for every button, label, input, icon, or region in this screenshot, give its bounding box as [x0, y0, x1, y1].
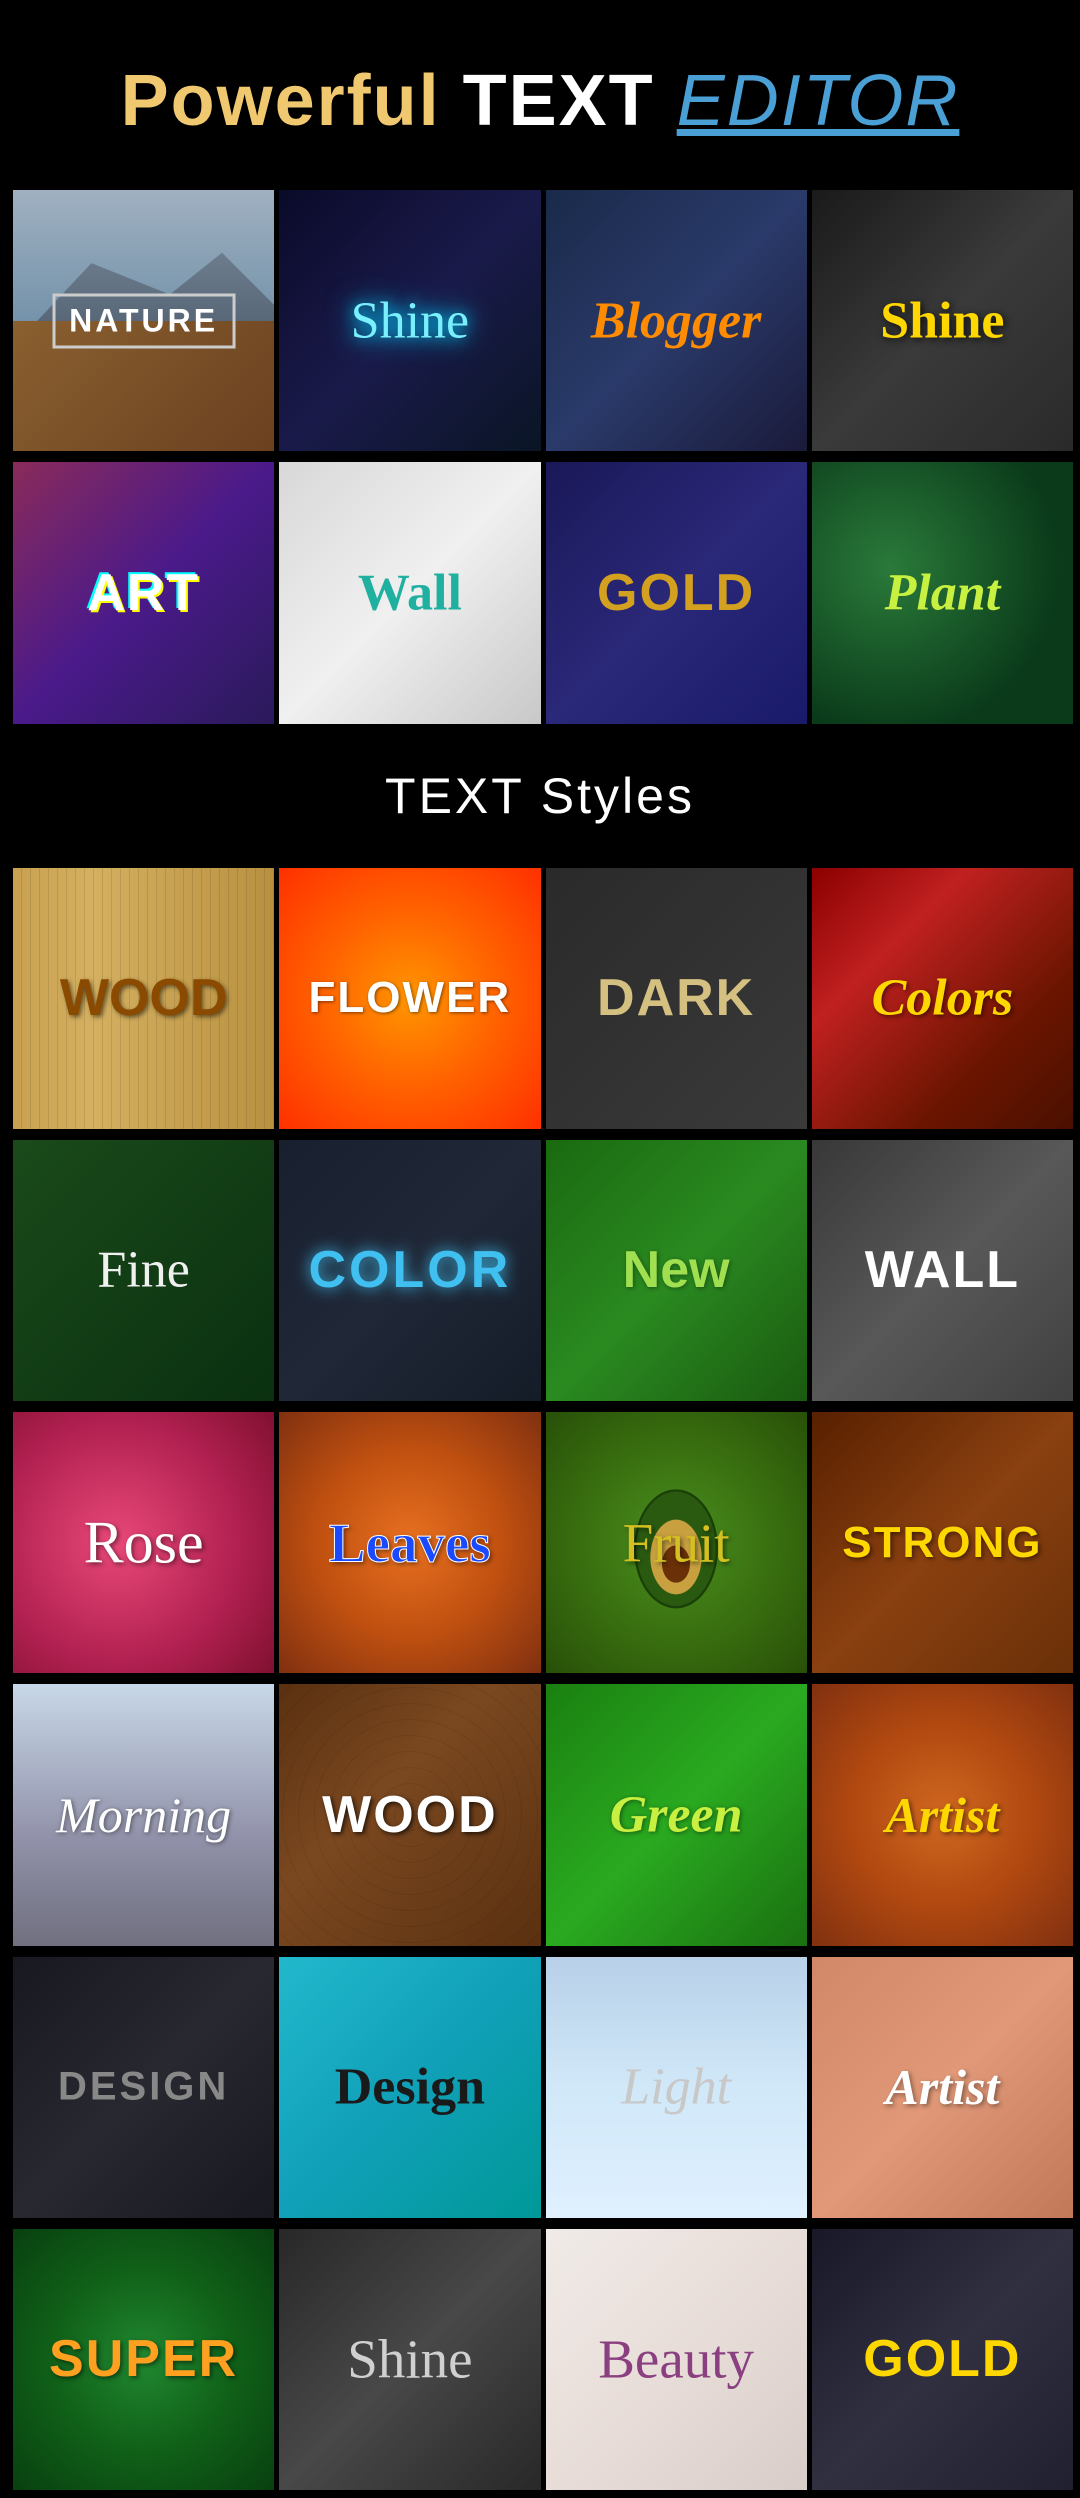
- style-item-gold[interactable]: GOLD: [546, 462, 807, 723]
- style-label-new: New: [623, 1240, 730, 1300]
- style-label-light: Light: [621, 2058, 731, 2117]
- style-label-super: SUPER: [49, 2329, 238, 2389]
- style-item-green[interactable]: Green: [546, 1684, 807, 1945]
- style-label-rose: Rose: [84, 1508, 204, 1577]
- style-label-wood2: WOOD: [322, 1785, 498, 1845]
- style-item-fine[interactable]: Fine: [13, 1140, 274, 1401]
- style-label-morning: Morning: [56, 1786, 231, 1844]
- style-label-dark: DARK: [597, 968, 755, 1028]
- style-item-shine1[interactable]: Shine: [279, 190, 540, 451]
- style-item-light[interactable]: Light: [546, 1957, 807, 2218]
- style-item-plant[interactable]: Plant: [812, 462, 1073, 723]
- style-label-gold: GOLD: [597, 563, 755, 623]
- style-item-leaves[interactable]: Leaves: [279, 1412, 540, 1673]
- style-label-wood: WOOD: [60, 968, 228, 1028]
- style-item-new[interactable]: New: [546, 1140, 807, 1401]
- style-item-fruit[interactable]: Fruit: [546, 1412, 807, 1673]
- style-item-art[interactable]: ART: [13, 462, 274, 723]
- title-text: TEXT: [463, 61, 677, 141]
- banner-text: TEXT Styles: [385, 768, 695, 824]
- style-item-morning[interactable]: Morning: [13, 1684, 274, 1945]
- style-label-leaves: Leaves: [329, 1511, 491, 1574]
- style-item-super[interactable]: SUPER: [13, 2229, 274, 2490]
- style-item-flower[interactable]: FLOWER: [279, 868, 540, 1129]
- style-item-wall2[interactable]: WALL: [812, 1140, 1073, 1401]
- style-item-artist[interactable]: Artist: [812, 1684, 1073, 1945]
- style-label-strong: STRONG: [842, 1518, 1042, 1568]
- style-label-wall: Wall: [358, 563, 462, 622]
- style-item-design1[interactable]: DESIGN: [13, 1957, 274, 2218]
- style-grid: NATURE Shine Blogger Shine ART Wall GOLD…: [0, 182, 1080, 2498]
- style-label-green: Green: [610, 1785, 743, 1844]
- style-label-nature: NATURE: [52, 293, 235, 348]
- style-label-fine: Fine: [97, 1241, 189, 1300]
- style-label-design1: DESIGN: [58, 2065, 229, 2110]
- header: Powerful TEXT EDITOR: [0, 0, 1080, 182]
- style-item-wood2[interactable]: WOOD: [279, 1684, 540, 1945]
- banner: TEXT Styles: [10, 732, 1070, 860]
- style-label-fruit: Fruit: [623, 1511, 730, 1574]
- style-label-flower: FLOWER: [309, 973, 512, 1023]
- style-item-artist2[interactable]: Artist: [812, 1957, 1073, 2218]
- style-item-beauty[interactable]: Beauty: [546, 2229, 807, 2490]
- title-powerful: Powerful: [121, 61, 463, 141]
- style-label-beauty: Beauty: [598, 2328, 754, 2391]
- style-item-dark[interactable]: DARK: [546, 868, 807, 1129]
- style-label-shine2: Shine: [880, 291, 1004, 350]
- style-item-nature[interactable]: NATURE: [13, 190, 274, 451]
- style-label-blogger: Blogger: [591, 291, 761, 350]
- app-title: Powerful TEXT EDITOR: [20, 60, 1060, 142]
- title-editor: EDITOR: [677, 61, 960, 141]
- style-item-color[interactable]: COLOR: [279, 1140, 540, 1401]
- style-label-shine1: Shine: [351, 291, 469, 350]
- style-label-gold2: GOLD: [863, 2329, 1021, 2389]
- style-label-wall2: WALL: [865, 1240, 1020, 1300]
- style-item-rose[interactable]: Rose: [13, 1412, 274, 1673]
- style-label-plant: Plant: [885, 563, 1001, 622]
- style-label-color: COLOR: [308, 1240, 511, 1300]
- style-label-art: ART: [87, 563, 200, 623]
- style-label-colors: Colors: [872, 969, 1014, 1028]
- style-label-shine3: Shine: [347, 2328, 472, 2391]
- style-item-shine2[interactable]: Shine: [812, 190, 1073, 451]
- style-item-design2[interactable]: Design: [279, 1957, 540, 2218]
- style-item-shine3[interactable]: Shine: [279, 2229, 540, 2490]
- style-item-colors[interactable]: Colors: [812, 868, 1073, 1129]
- style-label-artist2: Artist: [885, 2058, 999, 2116]
- style-item-gold2[interactable]: GOLD: [812, 2229, 1073, 2490]
- style-item-wood[interactable]: WOOD: [13, 868, 274, 1129]
- style-item-blogger[interactable]: Blogger: [546, 190, 807, 451]
- style-item-wall[interactable]: Wall: [279, 462, 540, 723]
- style-label-artist: Artist: [885, 1786, 999, 1844]
- style-label-design2: Design: [335, 2058, 485, 2117]
- style-item-strong[interactable]: STRONG: [812, 1412, 1073, 1673]
